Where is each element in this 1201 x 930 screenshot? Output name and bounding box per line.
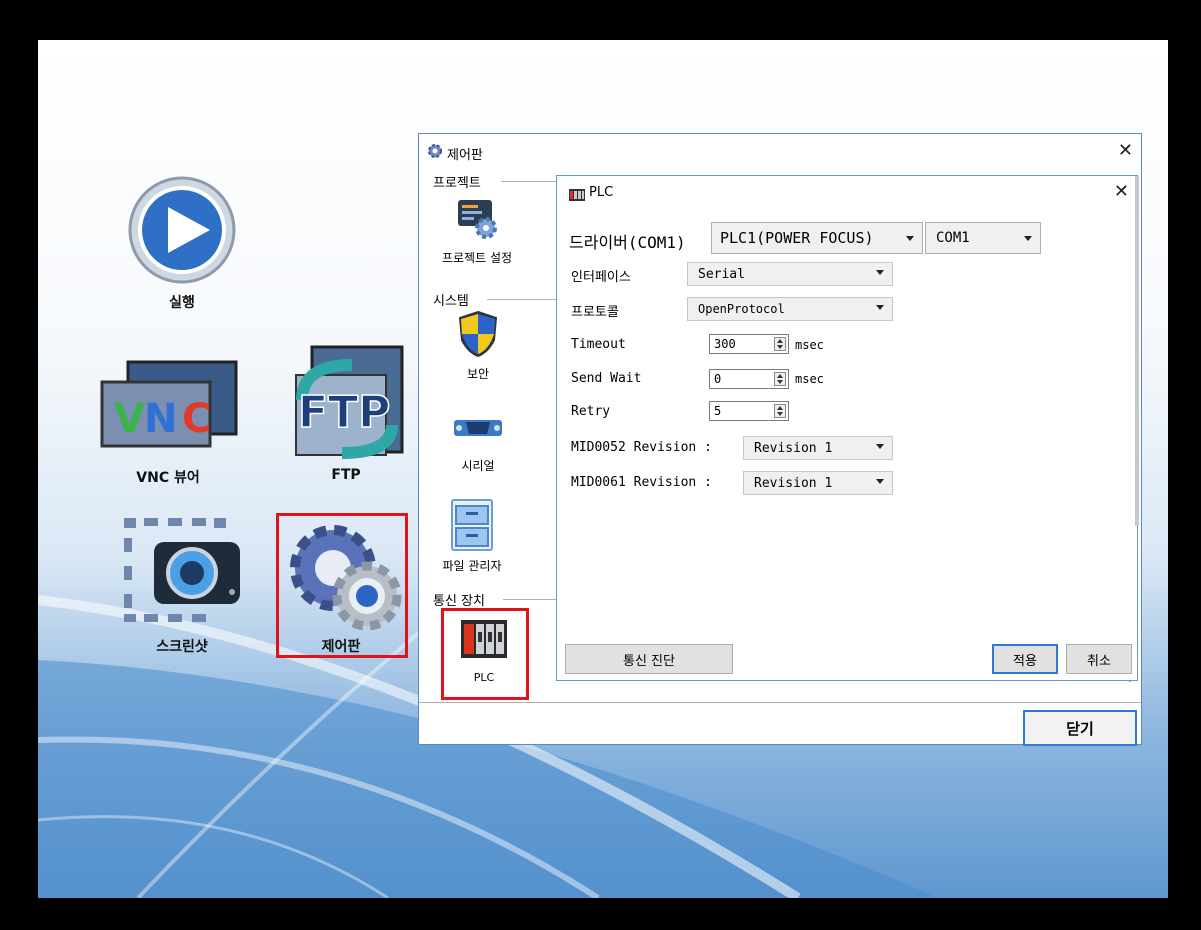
timeout-spinner[interactable]: 300 (709, 334, 789, 354)
cancel-button[interactable]: 취소 (1066, 644, 1132, 674)
mid61-label: MID0061 Revision : (571, 475, 712, 490)
project-settings-label: 프로젝트 설정 (441, 251, 513, 265)
screenshot-icon[interactable] (122, 516, 242, 626)
driver-select-value: PLC1(POWER FOCUS) (720, 229, 874, 247)
sendwait-value: 0 (714, 372, 722, 386)
protocol-label: 프로토콜 (571, 305, 619, 320)
shield-icon (458, 310, 498, 358)
ftp-label[interactable]: FTP (331, 467, 360, 483)
mid61-select-value: Revision 1 (754, 475, 833, 491)
protocol-select[interactable]: OpenProtocol (687, 297, 893, 321)
sendwait-unit: msec (795, 372, 824, 386)
project-settings-item[interactable]: 프로젝트 설정 (427, 198, 527, 266)
interface-select-value: Serial (698, 266, 745, 282)
screenshot-label[interactable]: 스크린샷 (156, 636, 208, 656)
apply-button[interactable]: 적용 (992, 644, 1058, 674)
close-icon[interactable]: ✕ (1118, 140, 1133, 161)
port-select-value: COM1 (936, 230, 970, 246)
run-icon[interactable] (122, 175, 242, 285)
file-manager-label: 파일 관리자 (442, 559, 502, 573)
plc-dialog-title: PLC (589, 185, 614, 200)
comm-diagnostic-button[interactable]: 통신 진단 (565, 644, 733, 674)
close-icon[interactable]: ✕ (1114, 181, 1129, 202)
footer-divider (419, 702, 1141, 703)
chevron-down-icon (876, 305, 884, 310)
section-divider (501, 181, 557, 182)
svg-text:C: C (182, 396, 211, 442)
control-panel-title: 제어판 (447, 148, 483, 163)
svg-text:N: N (144, 396, 177, 442)
vnc-viewer-label[interactable]: VNC 뷰어 (136, 467, 199, 487)
svg-text:FTP: FTP (298, 387, 390, 438)
chevron-down-icon (876, 444, 884, 449)
mid52-select-value: Revision 1 (754, 440, 833, 456)
sendwait-label: Send Wait (571, 371, 642, 386)
mid52-label: MID0052 Revision : (571, 440, 712, 455)
project-settings-icon (458, 200, 497, 239)
interface-select[interactable]: Serial (687, 262, 893, 286)
spinner-arrows-icon[interactable] (774, 337, 786, 351)
port-select[interactable]: COM1 (925, 222, 1041, 254)
timeout-value: 300 (714, 337, 736, 351)
serial-port-icon (454, 420, 502, 436)
serial-label: 시리얼 (461, 459, 495, 473)
driver-select[interactable]: PLC1(POWER FOCUS) (711, 222, 923, 254)
file-cabinet-icon (451, 499, 493, 551)
plc-item-highlight (441, 608, 529, 700)
control-panel-window-icon (427, 143, 443, 163)
plc-dialog: PLC ✕ 드라이버(COM1) PLC1(POWER FOCUS) COM1 … (556, 175, 1139, 681)
serial-item[interactable]: 시리얼 (443, 416, 513, 474)
timeout-unit: msec (795, 338, 824, 352)
chevron-down-icon (876, 479, 884, 484)
file-manager-item[interactable]: 파일 관리자 (427, 498, 517, 574)
security-label: 보안 (466, 367, 490, 381)
mid52-select[interactable]: Revision 1 (743, 436, 893, 460)
retry-label: Retry (571, 404, 611, 419)
spinner-arrows-icon[interactable] (774, 372, 786, 386)
chevron-down-icon (1024, 236, 1032, 241)
retry-value: 5 (714, 404, 722, 418)
retry-spinner[interactable]: 5 (709, 401, 789, 421)
section-comm: 통신 장치 (433, 594, 485, 609)
control-panel-highlight (276, 513, 408, 658)
interface-label: 인터페이스 (571, 270, 631, 285)
section-divider (487, 299, 557, 300)
sendwait-spinner[interactable]: 0 (709, 369, 789, 389)
ftp-icon[interactable]: FTP (282, 345, 412, 460)
svg-text:V: V (114, 396, 145, 442)
section-divider (503, 599, 557, 600)
section-system: 시스템 (433, 294, 469, 309)
run-label[interactable]: 실행 (169, 292, 195, 312)
security-item[interactable]: 보안 (443, 310, 513, 382)
protocol-select-value: OpenProtocol (698, 302, 785, 316)
timeout-label: Timeout (571, 337, 626, 352)
section-project: 프로젝트 (433, 176, 481, 191)
close-button[interactable]: 닫기 (1023, 710, 1137, 746)
mid61-select[interactable]: Revision 1 (743, 471, 893, 495)
chevron-down-icon (876, 270, 884, 275)
driver-label: 드라이버(COM1) (569, 233, 686, 252)
scrollbar[interactable] (1135, 176, 1139, 526)
spinner-arrows-icon[interactable] (774, 404, 786, 418)
vnc-viewer-icon[interactable]: V N C (100, 360, 240, 450)
plc-window-icon (569, 186, 585, 205)
chevron-down-icon (906, 236, 914, 241)
